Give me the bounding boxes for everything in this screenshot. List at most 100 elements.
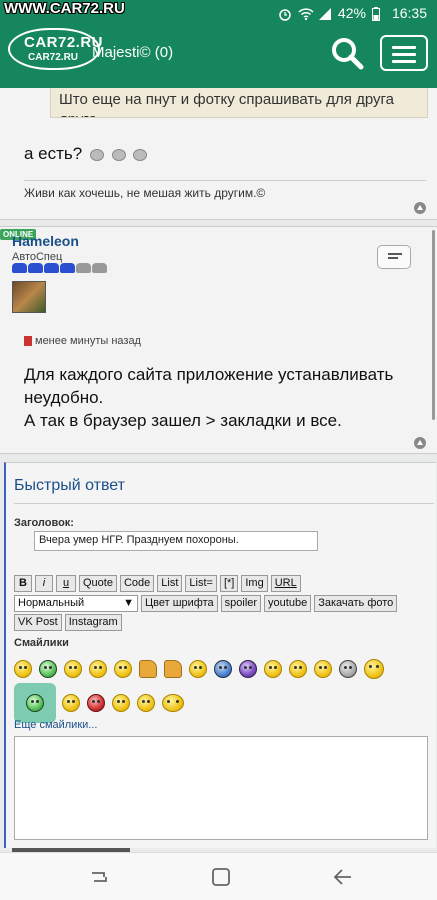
underline-button[interactable]: u [56,575,76,592]
recent-apps-icon [92,872,107,882]
smiley-icon[interactable] [14,660,32,678]
url-button[interactable]: URL [270,575,301,592]
font-size-select[interactable]: Нормальный ▼ [14,595,138,612]
home-button[interactable] [210,867,232,887]
battery-icon [371,7,386,21]
scroll-up-icon[interactable] [414,202,426,214]
smiley-icon[interactable] [89,660,107,678]
image-button[interactable]: Img [241,575,268,592]
post-text: а есть? [24,144,148,164]
divider [14,503,434,504]
smiley-icon[interactable] [239,660,257,678]
car-icon [28,263,43,273]
document-icon [24,336,32,346]
user-profile-link[interactable]: Majesti© (0) [92,44,173,61]
watermark: WWW.CAR72.RU [4,0,125,17]
smiley-icon [111,148,126,161]
post-time-label: менее минуты назад [35,335,141,347]
thumbs-up-icon[interactable] [139,660,157,678]
signal-icon [318,7,332,20]
avatar[interactable] [12,281,46,313]
bbcode-toolbar-row2: Нормальный ▼ Цвет шрифта spoiler youtube… [14,595,398,612]
smiley-icon[interactable] [114,660,132,678]
smiley-icon[interactable] [364,659,384,679]
list-button[interactable]: List [157,575,183,592]
smiley-row [14,659,391,679]
smiley-icon[interactable] [137,694,155,712]
smiley-icon[interactable] [314,660,332,678]
post-author[interactable]: Hameleon [12,233,79,249]
quick-reply-form: Быстрый ответ Заголовок: Вчера умер НГР.… [4,462,436,848]
spoiler-button[interactable]: spoiler [220,595,262,612]
quote-button[interactable]: Quote [79,575,117,592]
post-time[interactable]: менее минуты назад [24,335,141,347]
smiley-icon[interactable] [112,694,130,712]
scrollbar[interactable] [432,230,435,420]
smiley-icon[interactable] [162,694,184,712]
lines-icon [388,253,402,255]
smiley-icon[interactable] [339,660,357,678]
quick-reply-title: Быстрый ответ [14,477,125,494]
bold-button[interactable]: B [14,575,32,592]
home-icon [212,868,230,886]
smiley-icon[interactable] [189,660,207,678]
post-options-button[interactable] [377,245,411,269]
car-icon [44,263,59,273]
signature-divider [24,180,426,181]
car-icon [12,263,27,273]
scroll-up-icon[interactable] [414,437,426,449]
font-size-value: Нормальный [18,597,85,609]
car-icon [60,263,75,273]
back-button[interactable] [332,867,354,887]
code-button[interactable]: Code [119,575,155,592]
post-quote: Што еще на пнут и фотку спрашивать для д… [50,88,428,118]
smiley-icon-face [26,694,44,712]
smiley-icon[interactable] [62,694,80,712]
clock: 16:35 [391,5,427,21]
italic-button[interactable]: i [35,575,53,592]
subject-label: Заголовок: [14,517,74,529]
site-logo[interactable]: CAR72.RU CAR72.RU [8,28,103,70]
post-signature: Живи как хочешь, не мешая жить другим.© [24,186,266,200]
post-text: Для каждого сайта приложение устанавлива… [24,363,424,432]
smiley-icon[interactable] [289,660,307,678]
post-text-content: а есть? [24,144,83,163]
app-header: WWW.CAR72.RU 42% 16:35 CAR72.RU CAR72.RU… [0,0,437,88]
post-text-line: А так в браузер зашел > закладки и все. [24,411,342,430]
bbcode-toolbar: B i u Quote Code List List= [*] Img URL [14,575,301,592]
smiley-icon [133,148,148,161]
smiley-icon[interactable] [87,694,105,712]
forum-post: ONLINE Hameleon АвтоСпец менее минуты на… [0,226,437,454]
back-icon [333,869,351,885]
instagram-button[interactable]: Instagram [64,614,122,631]
more-smileys-link[interactable]: Еще смайлики... [14,719,97,731]
youtube-button[interactable]: youtube [264,595,312,612]
smiley-icon[interactable] [264,660,282,678]
rank-cars [12,263,107,273]
upload-photo-button[interactable]: Закачать фото [314,595,398,612]
menu-icon-bar [392,53,416,56]
smileys-label: Смайлики [14,637,69,649]
post-text-line: Для каждого сайта приложение устанавлива… [24,365,394,407]
car-icon [76,263,91,273]
android-nav-bar [0,852,437,900]
recent-apps-button[interactable] [88,867,110,887]
logo-subtext: CAR72.RU [28,52,79,63]
wifi-icon [298,7,314,21]
list-item-button[interactable]: [*] [219,575,239,592]
forum-post: Што еще на пнут и фотку спрашивать для д… [0,88,437,220]
smiley-icon[interactable] [14,683,56,723]
message-textarea[interactable] [14,736,428,840]
menu-icon-bar [392,60,416,63]
smiley-icon[interactable] [214,660,232,678]
search-button[interactable] [330,36,364,70]
menu-button[interactable] [380,35,428,71]
smiley-icon[interactable] [39,660,57,678]
vk-post-button[interactable]: VK Post [14,614,62,631]
subject-input[interactable]: Вчера умер НГР. Празднуем похороны. [34,531,318,551]
thumbs-down-icon[interactable] [164,660,182,678]
author-rank: АвтоСпец [12,251,63,263]
smiley-icon[interactable] [64,660,82,678]
ordered-list-button[interactable]: List= [185,575,217,592]
font-color-button[interactable]: Цвет шрифта [141,595,218,612]
